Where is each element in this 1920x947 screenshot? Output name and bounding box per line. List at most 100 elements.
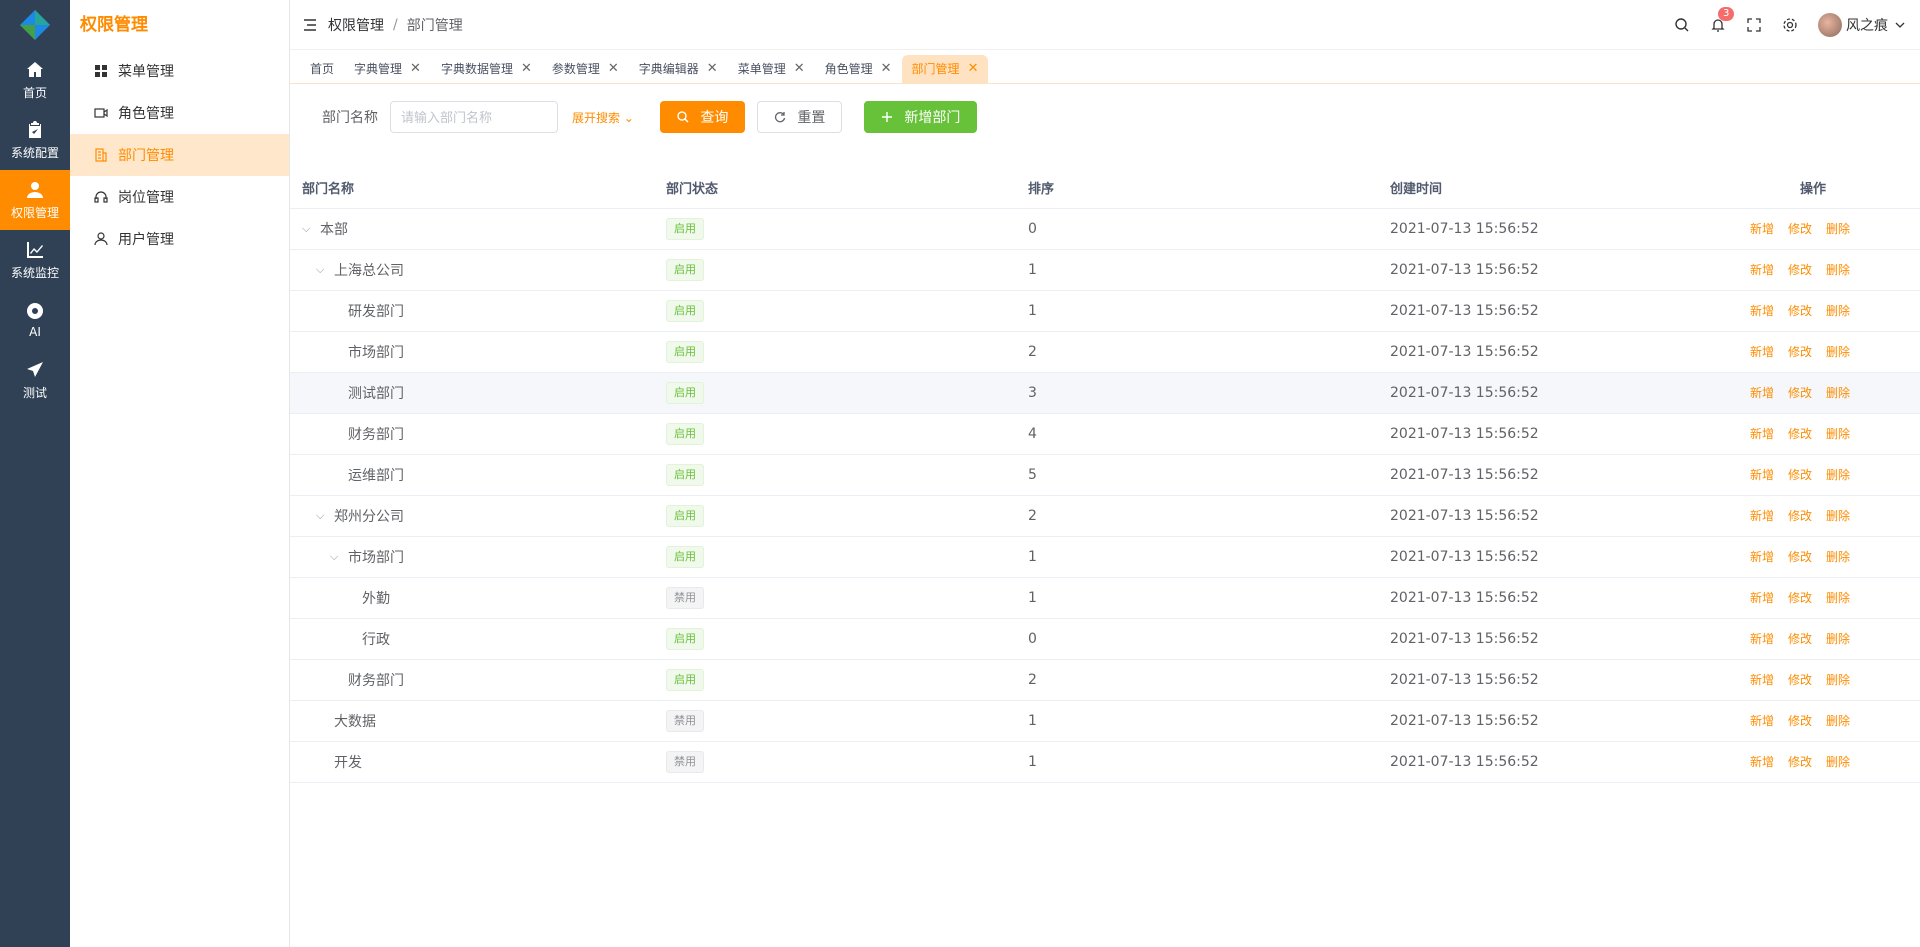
delete-link[interactable]: 删除 (1826, 386, 1850, 400)
close-icon[interactable]: ✕ (881, 55, 892, 83)
delete-link[interactable]: 删除 (1826, 755, 1850, 769)
close-icon[interactable]: ✕ (968, 55, 979, 83)
edit-link[interactable]: 修改 (1788, 714, 1812, 728)
edit-link[interactable]: 修改 (1788, 673, 1812, 687)
table-row[interactable]: ⌵ 市场部门 启用 1 2021-07-13 15:56:52 新增 修改 删除 (290, 536, 1920, 578)
table-row[interactable]: 外勤 禁用 1 2021-07-13 15:56:52 新增 修改 删除 (290, 577, 1920, 619)
close-icon[interactable]: ✕ (794, 55, 805, 83)
chevron-down-icon[interactable]: ⌵ (302, 222, 314, 236)
delete-link[interactable]: 删除 (1826, 427, 1850, 441)
add-child-link[interactable]: 新增 (1750, 632, 1774, 646)
add-child-link[interactable]: 新增 (1750, 591, 1774, 605)
chevron-down-icon[interactable]: ⌵ (330, 550, 342, 564)
edit-link[interactable]: 修改 (1788, 550, 1812, 564)
add-child-link[interactable]: 新增 (1750, 468, 1774, 482)
delete-link[interactable]: 删除 (1826, 632, 1850, 646)
delete-link[interactable]: 删除 (1826, 673, 1850, 687)
edit-link[interactable]: 修改 (1788, 304, 1812, 318)
gear-icon[interactable] (1782, 17, 1798, 33)
edit-link[interactable]: 修改 (1788, 222, 1812, 236)
table-row[interactable]: 行政 启用 0 2021-07-13 15:56:52 新增 修改 删除 (290, 618, 1920, 660)
username[interactable]: 风之痕 (1846, 15, 1888, 35)
delete-link[interactable]: 删除 (1826, 468, 1850, 482)
submenu-item-2[interactable]: 部门管理 (70, 134, 289, 176)
edit-link[interactable]: 修改 (1788, 509, 1812, 523)
edit-link[interactable]: 修改 (1788, 263, 1812, 277)
table-row[interactable]: 开发 禁用 1 2021-07-13 15:56:52 新增 修改 删除 (290, 741, 1920, 783)
submenu-item-4[interactable]: 用户管理 (70, 218, 289, 260)
add-child-link[interactable]: 新增 (1750, 509, 1774, 523)
chevron-down-icon[interactable] (1894, 19, 1906, 31)
table-row[interactable]: 运维部门 启用 5 2021-07-13 15:56:52 新增 修改 删除 (290, 454, 1920, 496)
rail-item-1[interactable]: 系统配置 (0, 110, 70, 170)
query-button[interactable]: 查询 (659, 101, 745, 133)
add-child-link[interactable]: 新增 (1750, 714, 1774, 728)
breadcrumb-parent[interactable]: 权限管理 (328, 15, 384, 35)
delete-link[interactable]: 删除 (1826, 509, 1850, 523)
rail-item-5[interactable]: 测试 (0, 350, 70, 410)
delete-link[interactable]: 删除 (1826, 263, 1850, 277)
edit-link[interactable]: 修改 (1788, 755, 1812, 769)
avatar[interactable] (1818, 12, 1842, 37)
close-icon[interactable]: ✕ (410, 55, 421, 83)
dept-name-input[interactable] (390, 101, 558, 133)
add-child-link[interactable]: 新增 (1750, 550, 1774, 564)
submenu-item-1[interactable]: 角色管理 (70, 92, 289, 134)
delete-link[interactable]: 删除 (1826, 550, 1850, 564)
rail-item-3[interactable]: 系统监控 (0, 230, 70, 290)
table-row[interactable]: ⌵ 本部 启用 0 2021-07-13 15:56:52 新增 修改 删除 (290, 208, 1920, 250)
add-child-link[interactable]: 新增 (1750, 755, 1774, 769)
delete-link[interactable]: 删除 (1826, 714, 1850, 728)
close-icon[interactable]: ✕ (608, 55, 619, 83)
table-row[interactable]: 市场部门 启用 2 2021-07-13 15:56:52 新增 修改 删除 (290, 331, 1920, 373)
table-row[interactable]: 财务部门 启用 2 2021-07-13 15:56:52 新增 修改 删除 (290, 659, 1920, 701)
edit-link[interactable]: 修改 (1788, 632, 1812, 646)
delete-link[interactable]: 删除 (1826, 591, 1850, 605)
tab-5[interactable]: 菜单管理 ✕ (728, 55, 815, 83)
app-logo[interactable] (0, 0, 70, 50)
table-row[interactable]: 大数据 禁用 1 2021-07-13 15:56:52 新增 修改 删除 (290, 700, 1920, 742)
reset-button[interactable]: 重置 (756, 101, 842, 133)
bell-icon[interactable]: 3 (1710, 6, 1735, 33)
add-child-link[interactable]: 新增 (1750, 304, 1774, 318)
chevron-down-icon[interactable]: ⌵ (316, 509, 328, 523)
tab-0[interactable]: 首页 (300, 55, 344, 83)
table-row[interactable]: ⌵ 上海总公司 启用 1 2021-07-13 15:56:52 新增 修改 删除 (290, 249, 1920, 291)
table-row[interactable]: ⌵ 郑州分公司 启用 2 2021-07-13 15:56:52 新增 修改 删除 (290, 495, 1920, 537)
tab-6[interactable]: 角色管理 ✕ (815, 55, 902, 83)
edit-link[interactable]: 修改 (1788, 427, 1812, 441)
edit-link[interactable]: 修改 (1788, 345, 1812, 359)
submenu-item-0[interactable]: 菜单管理 (70, 50, 289, 92)
add-child-link[interactable]: 新增 (1750, 673, 1774, 687)
tab-3[interactable]: 参数管理 ✕ (542, 55, 629, 83)
add-child-link[interactable]: 新增 (1750, 386, 1774, 400)
submenu-item-3[interactable]: 岗位管理 (70, 176, 289, 218)
search-icon[interactable] (1674, 17, 1690, 33)
delete-link[interactable]: 删除 (1826, 345, 1850, 359)
add-child-link[interactable]: 新增 (1750, 427, 1774, 441)
tab-7[interactable]: 部门管理 ✕ (901, 55, 989, 83)
tab-4[interactable]: 字典编辑器 ✕ (629, 55, 728, 83)
fullscreen-icon[interactable] (1746, 17, 1762, 33)
tab-1[interactable]: 字典管理 ✕ (344, 55, 431, 83)
add-dept-button[interactable]: 新增部门 (863, 101, 977, 133)
rail-item-0[interactable]: 首页 (0, 50, 70, 110)
expand-search-link[interactable]: 展开搜索 ⌄ (572, 109, 634, 126)
hamburger-icon[interactable] (302, 17, 318, 33)
tab-2[interactable]: 字典数据管理 ✕ (431, 55, 542, 83)
add-child-link[interactable]: 新增 (1750, 345, 1774, 359)
rail-item-2[interactable]: 权限管理 (0, 170, 70, 230)
add-child-link[interactable]: 新增 (1750, 222, 1774, 236)
delete-link[interactable]: 删除 (1826, 222, 1850, 236)
delete-link[interactable]: 删除 (1826, 304, 1850, 318)
add-child-link[interactable]: 新增 (1750, 263, 1774, 277)
close-icon[interactable]: ✕ (707, 55, 718, 83)
table-row[interactable]: 财务部门 启用 4 2021-07-13 15:56:52 新增 修改 删除 (290, 413, 1920, 455)
chevron-down-icon[interactable]: ⌵ (316, 263, 328, 277)
edit-link[interactable]: 修改 (1788, 386, 1812, 400)
close-icon[interactable]: ✕ (521, 55, 532, 83)
edit-link[interactable]: 修改 (1788, 591, 1812, 605)
table-row[interactable]: 测试部门 启用 3 2021-07-13 15:56:52 新增 修改 删除 (290, 372, 1920, 414)
rail-item-4[interactable]: AI (0, 290, 70, 350)
table-row[interactable]: 研发部门 启用 1 2021-07-13 15:56:52 新增 修改 删除 (290, 290, 1920, 332)
